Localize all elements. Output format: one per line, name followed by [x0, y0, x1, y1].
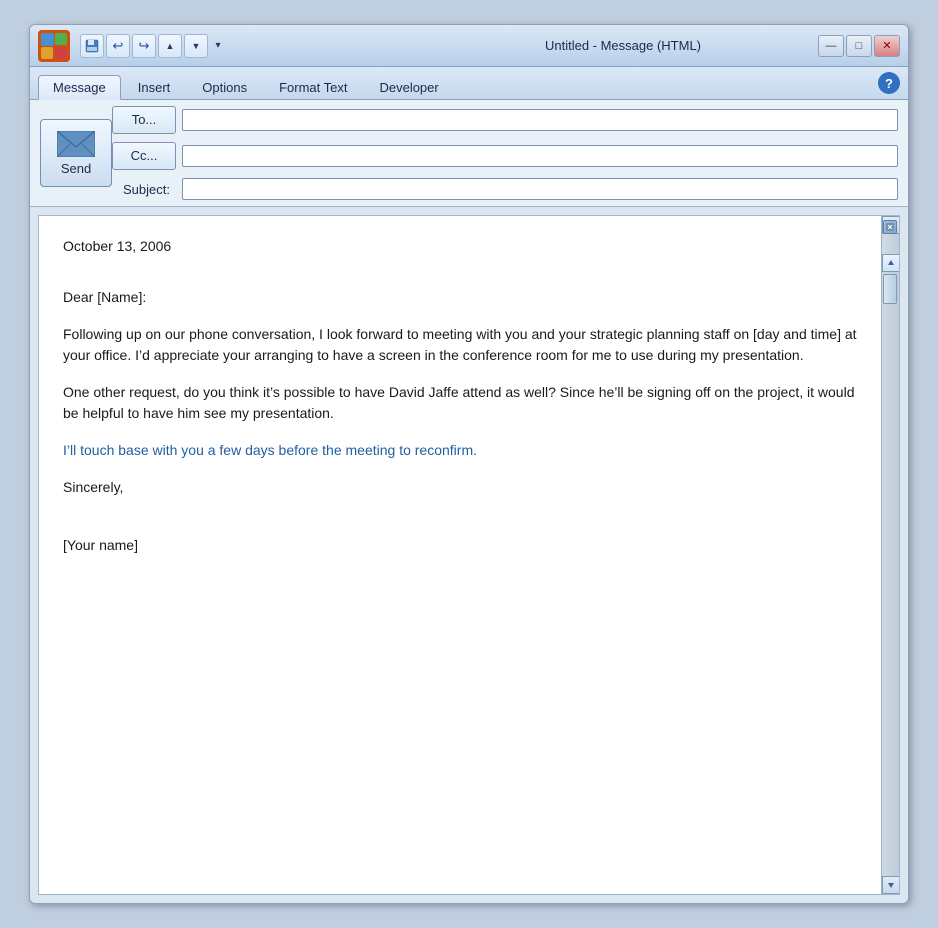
ribbon: Message Insert Options Format Text Devel…	[30, 67, 908, 100]
email-body-area: October 13, 2006 Dear [Name]: Following …	[38, 215, 900, 895]
scroll-corner-icon	[883, 220, 897, 234]
cc-button[interactable]: Cc...	[112, 142, 176, 170]
save-button[interactable]	[80, 34, 104, 58]
to-input[interactable]	[182, 109, 898, 131]
scroll-track	[882, 272, 899, 876]
send-button[interactable]: Send	[40, 119, 112, 187]
maximize-button[interactable]: □	[846, 35, 872, 57]
email-greeting: Dear [Name]:	[63, 287, 857, 308]
tab-message[interactable]: Message	[38, 75, 121, 100]
email-paragraph2: One other request, do you think it’s pos…	[63, 382, 857, 424]
scroll-up-arrow[interactable]	[882, 254, 899, 272]
email-date: October 13, 2006	[63, 236, 857, 257]
scroll-down-button[interactable]	[882, 876, 900, 894]
tab-options[interactable]: Options	[187, 75, 262, 99]
tab-format-text[interactable]: Format Text	[264, 75, 362, 99]
scroll-thumb[interactable]	[883, 274, 897, 304]
ribbon-tabs: Message Insert Options Format Text Devel…	[30, 67, 908, 99]
outlook-window: ↩ ↪ ▲ ▼ ▾ Untitled - Message (HTML) — □ …	[29, 24, 909, 904]
email-closing: Sincerely,	[63, 477, 857, 498]
email-body[interactable]: October 13, 2006 Dear [Name]: Following …	[39, 216, 881, 894]
to-row: To...	[112, 106, 898, 134]
quick-access-toolbar: ↩ ↪ ▲ ▼ ▾	[80, 34, 226, 58]
subject-label: Subject:	[112, 182, 176, 197]
form-area: Send To... Cc... Subject:	[30, 100, 908, 207]
subject-input[interactable]	[182, 178, 898, 200]
tab-insert[interactable]: Insert	[123, 75, 186, 99]
redo-button[interactable]: ↪	[132, 34, 156, 58]
email-fields: To... Cc... Subject:	[112, 106, 898, 200]
help-button[interactable]: ?	[878, 72, 900, 94]
cc-row: Cc...	[112, 142, 898, 170]
send-label: Send	[61, 161, 91, 176]
send-envelope-icon	[57, 131, 95, 157]
scrollbar	[881, 216, 899, 894]
email-paragraph1: Following up on our phone conversation, …	[63, 324, 857, 366]
undo-button[interactable]: ↩	[106, 34, 130, 58]
close-button[interactable]: ✕	[874, 35, 900, 57]
window-title: Untitled - Message (HTML)	[428, 38, 818, 53]
subject-row: Subject:	[112, 178, 898, 200]
down-button[interactable]: ▼	[184, 34, 208, 58]
window-controls: — □ ✕	[818, 35, 900, 57]
office-logo	[38, 30, 70, 62]
tab-developer[interactable]: Developer	[364, 75, 453, 99]
email-signature: [Your name]	[63, 535, 857, 556]
to-button[interactable]: To...	[112, 106, 176, 134]
title-bar: ↩ ↪ ▲ ▼ ▾ Untitled - Message (HTML) — □ …	[30, 25, 908, 67]
cc-input[interactable]	[182, 145, 898, 167]
email-paragraph3: I’ll touch base with you a few days befo…	[63, 440, 857, 461]
minimize-button[interactable]: —	[818, 35, 844, 57]
quick-access-dropdown[interactable]: ▾	[210, 34, 226, 58]
up-button[interactable]: ▲	[158, 34, 182, 58]
title-bar-left: ↩ ↪ ▲ ▼ ▾	[38, 30, 428, 62]
